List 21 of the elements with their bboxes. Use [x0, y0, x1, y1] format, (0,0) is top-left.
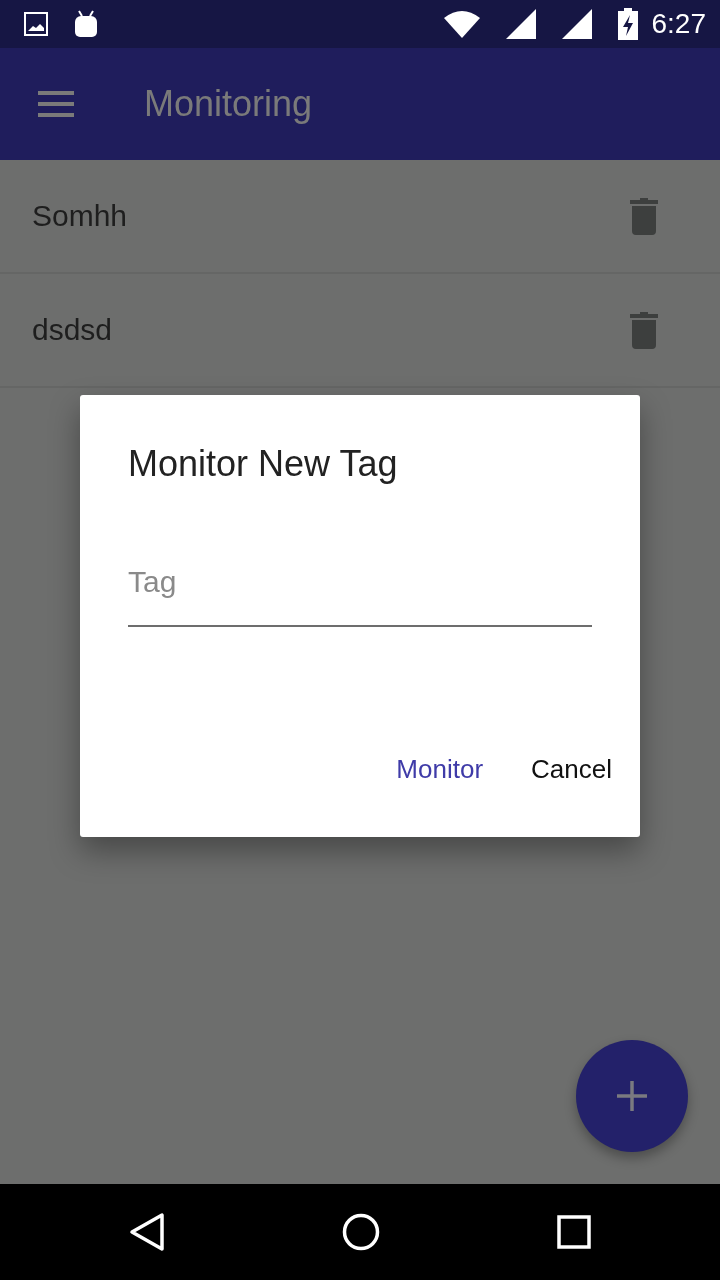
- tag-field[interactable]: Tag: [128, 565, 592, 627]
- app-bar-title: Monitoring: [144, 83, 313, 125]
- android-icon: [74, 10, 98, 38]
- wifi-icon: [443, 10, 480, 38]
- cancel-button[interactable]: Cancel: [511, 742, 632, 797]
- signal-icon: [505, 9, 536, 39]
- trash-icon[interactable]: [630, 197, 658, 235]
- tag-name: Somhh: [32, 199, 128, 233]
- trash-icon[interactable]: [630, 311, 658, 349]
- recents-icon[interactable]: [557, 1215, 592, 1249]
- clock-time: 6:27: [651, 8, 706, 40]
- image-icon: [24, 12, 48, 36]
- monitor-button[interactable]: Monitor: [376, 742, 504, 797]
- menu-icon[interactable]: [38, 91, 74, 117]
- battery-charging-icon: [617, 8, 638, 40]
- dialog-title: Monitor New Tag: [128, 443, 399, 485]
- tag-name: dsdsd: [32, 313, 113, 347]
- signal-icon: [561, 9, 592, 39]
- plus-icon: [617, 1081, 647, 1111]
- back-icon[interactable]: [128, 1212, 165, 1252]
- home-icon[interactable]: [342, 1213, 380, 1251]
